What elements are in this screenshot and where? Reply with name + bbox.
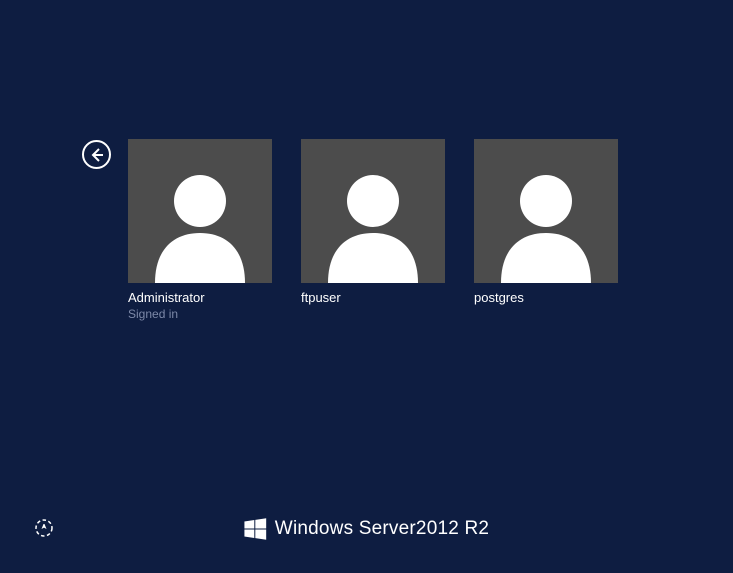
- user-tile-postgres[interactable]: postgres: [474, 139, 618, 321]
- brand-version: 2012: [416, 518, 459, 539]
- windows-logo-icon: [244, 518, 266, 540]
- brand-release: R2: [464, 518, 489, 539]
- user-silhouette-icon: [486, 163, 606, 283]
- avatar: [474, 139, 618, 283]
- username-label: Administrator: [128, 290, 272, 305]
- brand-product: Windows Server: [275, 518, 416, 539]
- user-status-label: Signed in: [128, 307, 272, 321]
- ease-of-access-button[interactable]: [34, 518, 54, 538]
- user-silhouette-icon: [140, 163, 260, 283]
- user-tile-ftpuser[interactable]: ftpuser: [301, 139, 445, 321]
- branding: Windows Server2012 R2: [244, 518, 489, 540]
- username-label: ftpuser: [301, 290, 445, 305]
- user-list: Administrator Signed in ftpuser postgres: [128, 139, 618, 321]
- user-tile-administrator[interactable]: Administrator Signed in: [128, 139, 272, 321]
- username-label: postgres: [474, 290, 618, 305]
- avatar: [128, 139, 272, 283]
- ease-of-access-icon: [34, 518, 54, 538]
- avatar: [301, 139, 445, 283]
- user-silhouette-icon: [313, 163, 433, 283]
- brand-text: Windows Server2012 R2: [275, 518, 489, 540]
- arrow-left-icon: [89, 147, 105, 163]
- back-button[interactable]: [82, 140, 111, 169]
